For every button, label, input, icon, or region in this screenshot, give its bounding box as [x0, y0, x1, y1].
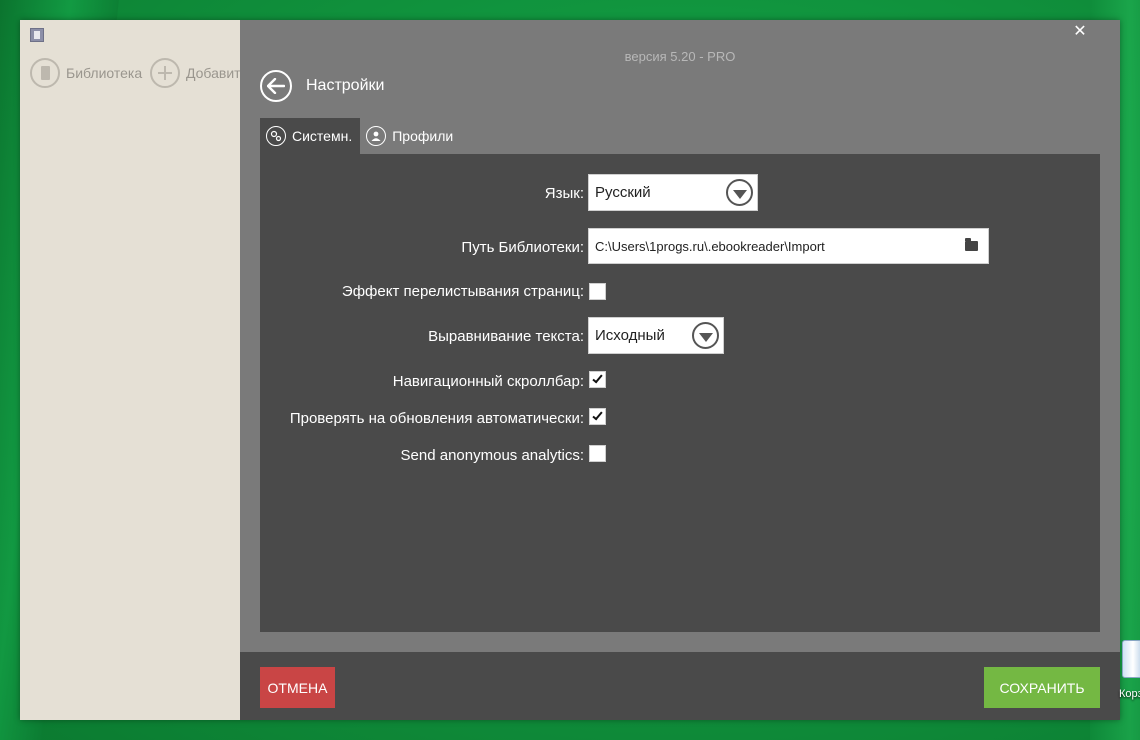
tab-label: Профили — [392, 128, 454, 144]
page-title: Настройки — [306, 77, 385, 94]
language-label: Язык: — [544, 185, 584, 202]
text-align-value: Исходный — [595, 327, 665, 344]
tab-profiles[interactable]: Профили — [360, 118, 461, 154]
chevron-down-icon — [726, 179, 753, 206]
text-align-select[interactable]: Исходный — [588, 317, 724, 354]
chevron-down-icon — [692, 322, 719, 349]
plus-icon — [150, 58, 180, 88]
language-select[interactable]: Русский — [588, 174, 758, 211]
dialog-footer: ОТМЕНА СОХРАНИТЬ — [240, 652, 1120, 720]
recycle-bin[interactable]: Корз — [1119, 640, 1140, 706]
page-flip-checkbox[interactable] — [589, 283, 606, 300]
tab-label: Системн. — [292, 128, 353, 144]
library-path-field[interactable]: C:\Users\1progs.ru\.ebookreader\Import — [588, 228, 989, 264]
tab-system[interactable]: Системн. — [260, 118, 361, 154]
sidebar-item-library[interactable]: Библиотека — [30, 58, 142, 88]
app-logo-icon — [30, 28, 44, 42]
book-icon — [30, 58, 60, 88]
close-icon[interactable]: ✕ — [1070, 22, 1090, 42]
nav-scrollbar-label: Навигационный скроллбар: — [392, 373, 584, 390]
gears-icon — [266, 126, 286, 146]
page-flip-label: Эффект перелистывания страниц: — [341, 283, 584, 300]
library-path-value: C:\Users\1progs.ru\.ebookreader\Import — [595, 238, 825, 254]
app-sidebar: Библиотека Добавит — [20, 20, 241, 720]
cancel-button[interactable]: ОТМЕНА — [260, 667, 335, 708]
nav-scrollbar-checkbox[interactable] — [589, 371, 606, 388]
sidebar-item-label: Добавит — [186, 65, 241, 81]
sidebar-item-label: Библиотека — [66, 65, 143, 81]
analytics-checkbox[interactable] — [589, 445, 606, 462]
tab-bar: Системн. Профили — [260, 118, 461, 154]
library-path-label: Путь Библиотеки: — [461, 239, 584, 256]
language-value: Русский — [595, 184, 651, 201]
sidebar-item-add[interactable]: Добавит — [150, 58, 241, 88]
arrow-left-icon — [267, 78, 285, 94]
analytics-label: Send anonymous analytics: — [400, 447, 584, 464]
settings-panel: Язык: Русский Путь Библиотеки: C:\Users\… — [260, 154, 1100, 632]
recycle-bin-label: Корз — [1119, 688, 1140, 700]
back-button[interactable] — [260, 70, 292, 102]
text-align-label: Выравнивание текста: — [428, 328, 584, 345]
checkmark-icon — [592, 372, 603, 384]
auto-update-checkbox[interactable] — [589, 408, 606, 425]
folder-icon[interactable] — [965, 238, 978, 251]
app-window: Библиотека Добавит ✕ версия 5.20 - PRO Н… — [20, 20, 1120, 720]
auto-update-label: Проверять на обновления автоматически: — [289, 410, 584, 427]
save-button[interactable]: СОХРАНИТЬ — [984, 667, 1100, 708]
recycle-bin-icon — [1122, 640, 1140, 678]
user-icon — [366, 126, 387, 146]
checkmark-icon — [592, 409, 603, 421]
settings-dialog: ✕ версия 5.20 - PRO Настройки Системн. П… — [240, 20, 1120, 720]
version-label: версия 5.20 - PRO — [624, 49, 736, 64]
